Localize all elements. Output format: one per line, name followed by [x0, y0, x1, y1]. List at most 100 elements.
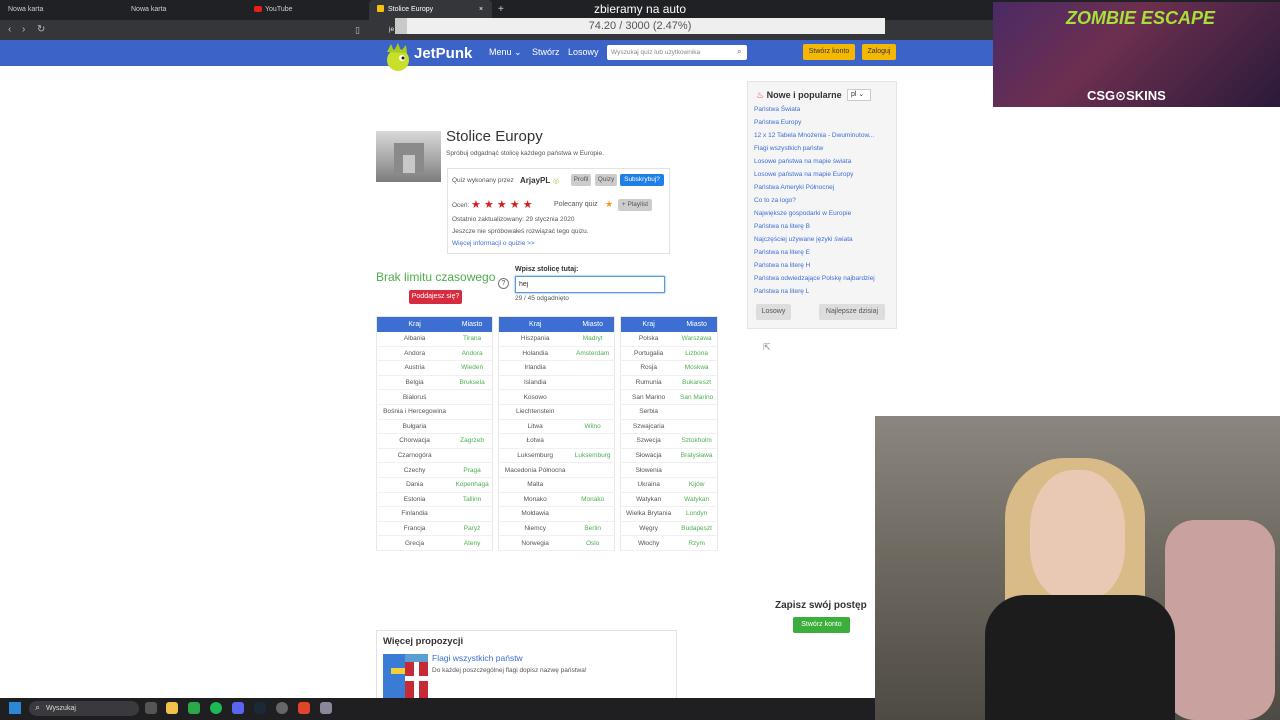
answer-input[interactable] — [515, 276, 665, 293]
author-link[interactable]: ArjayPL — [520, 176, 550, 185]
table-row: Niemcy Berlin — [498, 521, 615, 537]
arc-de-triomphe-image — [394, 143, 424, 173]
flags-thumbnail[interactable] — [383, 654, 428, 698]
sidebar-quiz-link[interactable]: Państwa na literę L — [754, 288, 809, 295]
tab-new-1[interactable]: Nowa karta — [0, 0, 125, 20]
table-row: Chorwacja Zagrzeb — [376, 433, 493, 449]
language-select[interactable]: pl ⌄ — [847, 89, 871, 101]
country-cell: Watykan — [620, 492, 677, 508]
answer-label: Wpisz stolicę tutaj: — [515, 266, 579, 273]
login-button[interactable]: Zaloguj — [862, 44, 896, 60]
table-row: Dania Kopenhaga — [376, 477, 493, 493]
table-row: Rumunia Bukareszt — [620, 375, 718, 391]
capital-cell: Monako — [571, 492, 615, 508]
country-cell: Serbia — [620, 404, 677, 420]
star-icon[interactable]: ★ — [497, 199, 507, 211]
rating-stars[interactable]: ★ ★ ★ ★ ★ — [471, 198, 533, 211]
sidebar-quiz-link[interactable]: Losowe państwa na mapie Europy — [754, 171, 853, 178]
sidebar-quiz-link[interactable]: Flagi wszystkich państw — [754, 145, 823, 152]
country-cell: Niemcy — [498, 521, 572, 537]
random-link[interactable]: Losowy — [568, 47, 599, 57]
task-view-icon[interactable] — [145, 702, 157, 714]
store-icon[interactable] — [188, 702, 200, 714]
file-explorer-icon[interactable] — [166, 702, 178, 714]
give-up-button[interactable]: Poddajesz się? — [409, 290, 462, 304]
profile-button[interactable]: Profil — [571, 174, 591, 186]
help-icon[interactable]: ? — [498, 278, 509, 289]
table-row: Grecja Ateny — [376, 535, 493, 551]
create-account-button-bottom[interactable]: Stwórz konto — [793, 617, 850, 633]
star-icon[interactable]: ★ — [471, 199, 481, 211]
star-icon[interactable]: ★ — [523, 199, 533, 211]
donation-progress-bar: 74.20 / 3000 (2.47%) — [395, 18, 885, 34]
new-tab-button[interactable]: + — [496, 0, 510, 20]
last-updated: Ostatnio zaktualizowany: 29 stycznia 202… — [452, 216, 575, 223]
brave-icon[interactable] — [298, 702, 310, 714]
settings-icon[interactable] — [320, 702, 332, 714]
address-text[interactable]: je — [389, 20, 394, 40]
country-cell: Andora — [376, 346, 453, 362]
discord-icon[interactable] — [232, 702, 244, 714]
spotify-icon[interactable] — [210, 702, 222, 714]
star-icon[interactable]: ★ — [510, 199, 520, 211]
sidebar-quiz-link[interactable]: Państwa Świata — [754, 106, 800, 113]
more-info-link[interactable]: Więcej informacji o quizie >> — [452, 240, 535, 247]
tab-youtube[interactable]: YouTube — [246, 0, 371, 20]
playlist-button[interactable]: + Playlist — [618, 199, 652, 211]
table-row: Włochy Rzym — [620, 535, 718, 551]
table-row: Monako Monako — [498, 492, 615, 508]
tab-stolice-europy[interactable]: Stolice Europy × — [369, 0, 492, 20]
sidebar-quiz-link[interactable]: Największe gospodarki w Europie — [754, 210, 851, 217]
country-cell: Szwajcaria — [620, 419, 677, 435]
sidebar-quiz-link[interactable]: Państwa na literę E — [754, 249, 810, 256]
tab-new-2[interactable]: Nowa karta — [123, 0, 248, 20]
back-icon[interactable]: ‹ — [8, 20, 11, 40]
sidebar-quiz-link[interactable]: Państwa Ameryki Północnej — [754, 184, 834, 191]
windows-start-icon[interactable] — [9, 702, 21, 714]
country-cell: Austria — [376, 360, 453, 376]
bookmark-icon[interactable]: ▯ — [355, 20, 360, 40]
star-icon[interactable]: ★ — [484, 199, 494, 211]
menu-link[interactable]: Menu ⌄ — [489, 47, 522, 58]
search-icon[interactable]: ⌕ — [737, 47, 741, 57]
table-row: Szwajcaria — [620, 419, 718, 435]
table-row: Serbia — [620, 404, 718, 420]
best-today-button[interactable]: Najlepsze dzisiaj — [819, 304, 885, 320]
quiz-title: Stolice Europy — [446, 128, 543, 145]
random-quiz-button[interactable]: Losowy — [756, 304, 791, 320]
column-header-capital: Miasto — [452, 316, 493, 332]
sidebar-quiz-link[interactable]: Co to za logo? — [754, 197, 796, 204]
country-cell: Polska — [620, 331, 677, 347]
taskbar-search[interactable]: Wyszukaj — [29, 701, 139, 716]
capital-cell: Kopenhaga — [452, 477, 493, 493]
capital-cell: Moskwa — [676, 360, 718, 376]
answers-table-2: Kraj Miasto Hiszpania Madryt Holandia Amsterd… — [498, 316, 615, 551]
sidebar-quiz-link[interactable]: Państwa na literę B — [754, 223, 810, 230]
forward-icon[interactable]: › — [22, 20, 25, 40]
reload-icon[interactable]: ↻ — [37, 20, 45, 40]
steam-icon[interactable] — [254, 702, 266, 714]
table-header-row: Kraj Miasto — [376, 316, 493, 332]
capital-cell — [571, 375, 615, 391]
sidebar-quiz-link[interactable]: Losowe państwa na mapie świata — [754, 158, 851, 165]
recommended-label: Polecany quiz — [554, 201, 598, 208]
suggestion-link[interactable]: Flagi wszystkich państw — [432, 653, 523, 663]
create-account-button[interactable]: Stwórz konto — [803, 44, 855, 60]
logo-text[interactable]: JetPunk — [414, 45, 472, 62]
capital-cell: Ateny — [452, 535, 493, 551]
capital-cell: Bukareszt — [676, 375, 718, 391]
sidebar-quiz-link[interactable]: Państwa Europy — [754, 119, 801, 126]
create-link[interactable]: Stwórz — [532, 47, 560, 57]
obs-icon[interactable] — [276, 702, 288, 714]
sidebar-quiz-link[interactable]: Państwa odwiedzające Polskę najbardziej — [754, 275, 875, 282]
star-icon: ★ — [605, 199, 614, 209]
search-input[interactable]: Wyszukaj quiz lub użytkownika — [607, 45, 747, 60]
quizzes-button[interactable]: Quizy — [595, 174, 617, 186]
subscribe-button[interactable]: Subskrybuj? — [620, 174, 664, 186]
capital-cell — [452, 448, 493, 464]
sidebar-quiz-link[interactable]: 12 x 12 Tabela Mnożenia - Dwuminutow... — [754, 132, 874, 139]
sidebar-quiz-link[interactable]: Najczęściej używane języki świata — [754, 236, 853, 243]
sidebar-quiz-link[interactable]: Państwa na literę H — [754, 262, 810, 269]
tab-close-icon[interactable]: × — [479, 0, 483, 20]
capital-cell: Tallinn — [452, 492, 493, 508]
